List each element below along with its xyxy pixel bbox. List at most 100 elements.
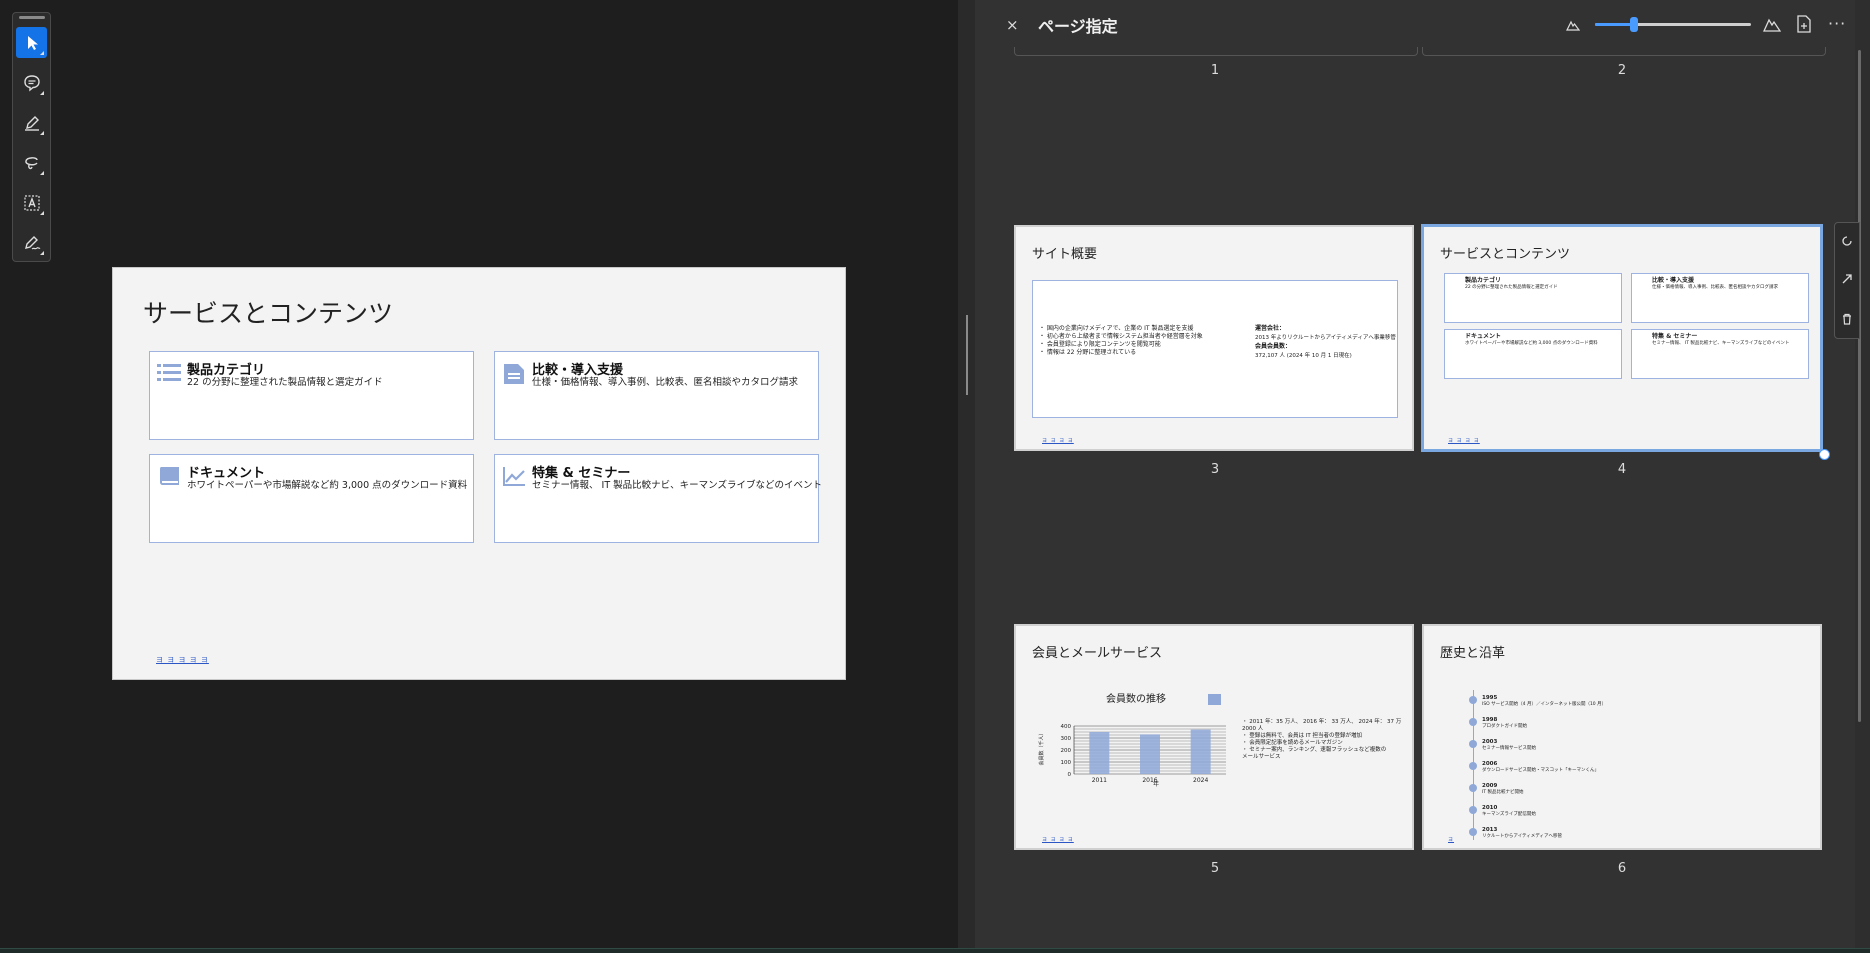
card-desc: セミナー情報、 IT 製品比較ナビ、キーマンズライブなどのイベント — [532, 480, 822, 491]
extract-icon[interactable] — [1841, 273, 1853, 285]
thumb-content-box: ・ 国内の企業向けメディアで、企業の IT 製品選定を支援 ・ 初心者から上級者… — [1032, 280, 1398, 418]
highlight-tool-button[interactable] — [16, 107, 47, 138]
chart-title: 会員数の推移 — [1106, 692, 1166, 705]
thumb-card-desc: ホワイトペーパーや市場解説など約 3,000 点のダウンロード資料 — [1465, 341, 1598, 346]
delete-icon[interactable] — [1841, 313, 1853, 325]
timeline-text: プロダクトガイド開始 — [1482, 724, 1527, 729]
timeline-text: キーマンズライブ配信開始 — [1482, 812, 1536, 817]
card-desc: 22 の分野に整理された製品情報と選定ガイド — [187, 377, 383, 388]
chart-bar — [1140, 734, 1160, 774]
thumbnail-page-6[interactable]: 歴史と沿革 1995 ISO サービス開始（4 月）／インターネット版公開（10 … — [1422, 624, 1822, 850]
thumbnail-page-4[interactable]: サービスとコンテンツ 製品カテゴリ 22 の分野に整理された製品情報と選定ガイド… — [1422, 225, 1822, 451]
thumb-bullet: ・ 2011 年：35 万人、 2016 年： 33 万人、 2024 年： 3… — [1242, 719, 1402, 725]
thumb-footer-links: ヨ ヨ ヨ ヨ — [1042, 837, 1074, 843]
tool-rail — [12, 12, 51, 262]
document-icon — [504, 364, 524, 384]
thumb-card: 比較・導入支援 仕様・価格情報、導入事例、比較表、匿名相談やカタログ請求 — [1631, 273, 1809, 323]
splitter-handle[interactable] — [966, 315, 968, 395]
thumb-card-desc: 仕様・価格情報、導入事例、比較表、匿名相談やカタログ請求 — [1652, 285, 1778, 290]
thumb-text: 372,107 人 (2024 年 10 月 1 日現在) — [1255, 353, 1352, 359]
timeline-dot — [1469, 718, 1477, 726]
thumb-card-desc: 22 の分野に整理された製品情報と選定ガイド — [1465, 285, 1558, 290]
card-desc: 仕様・価格情報、導入事例、比較表、匿名相談やカタログ請求 — [532, 377, 799, 388]
zoom-in-icon[interactable] — [1763, 15, 1781, 33]
tool-rail-grip[interactable] — [19, 16, 45, 19]
rotate-icon[interactable] — [1841, 235, 1853, 247]
chart-xtick: 2024 — [1193, 777, 1208, 784]
current-slide: サービスとコンテンツ 製品カテゴリ 22 の分野に整理された製品情報と選定ガイド… — [112, 267, 846, 680]
timeline-text: リクルートからアイティメディアへ移管 — [1482, 834, 1562, 839]
thumb-bullet: ・ 情報は 22 分野に整理されている — [1039, 349, 1137, 356]
thumb-bullet: ・ 国内の企業向けメディアで、企業の IT 製品選定を支援 — [1039, 325, 1194, 332]
timeline-dot — [1469, 806, 1477, 814]
zoom-slider-thumb[interactable] — [1630, 17, 1638, 32]
thumb-title: 歴史と沿革 — [1440, 646, 1506, 661]
card-comparison-support: 比較・導入支援 仕様・価格情報、導入事例、比較表、匿名相談やカタログ請求 — [494, 351, 819, 440]
thumb-text: 2013 年よりリクルートからアイティメディアへ事業移管 — [1255, 335, 1396, 341]
chart-ytick: 400 — [1061, 724, 1072, 730]
signature-icon — [24, 235, 40, 249]
thumbnail-resize-handle[interactable] — [1819, 449, 1830, 460]
thumb-title: サイト概要 — [1032, 247, 1098, 262]
timeline-dot — [1469, 784, 1477, 792]
slide-footer-links[interactable]: ヨ ヨ ヨ ヨ ヨ — [156, 655, 209, 665]
line-chart-icon — [503, 467, 525, 486]
timeline-text: ISO サービス開始（4 月）／インターネット版公開（10 月） — [1482, 702, 1607, 707]
page-number: 2 — [1617, 63, 1627, 78]
timeline-text: セミナー情報サービス開始 — [1482, 746, 1536, 751]
thumb-text: 運営会社： — [1255, 325, 1286, 332]
thumb-title: サービスとコンテンツ — [1440, 247, 1571, 262]
page-number: 3 — [1210, 462, 1220, 477]
page-number: 6 — [1617, 861, 1627, 876]
slide-title: サービスとコンテンツ — [143, 299, 394, 328]
page-number: 4 — [1617, 462, 1627, 477]
timeline-text: ダウンロードサービス開始・マスコット「キーマンくん」 — [1482, 768, 1599, 773]
zoom-out-icon[interactable] — [1566, 18, 1580, 32]
pen-icon — [24, 115, 39, 131]
card-product-category: 製品カテゴリ 22 の分野に整理された製品情報と選定ガイド — [149, 351, 474, 440]
thumb-card-desc: セミナー情報、 IT 製品比較ナビ、キーマンズライブなどのイベント — [1652, 341, 1790, 346]
thumb-footer-links: ヨ ヨ ヨ ヨ — [1042, 438, 1074, 444]
thumbnail-page-3[interactable]: サイト概要 ・ 国内の企業向けメディアで、企業の IT 製品選定を支援 ・ 初心… — [1014, 225, 1414, 451]
lasso-icon — [24, 156, 38, 169]
select-tool-button[interactable] — [16, 27, 47, 58]
zoom-slider-fill — [1595, 23, 1634, 26]
thumb-footer-links: ヨ — [1448, 837, 1455, 843]
chart-ytick: 300 — [1061, 736, 1072, 742]
chart-bar — [1190, 729, 1211, 774]
insert-page-icon[interactable] — [1795, 15, 1813, 33]
timeline-text: IT 製品比較ナビ開始 — [1482, 790, 1524, 795]
thumbnail-page-5[interactable]: 会員とメールサービス 会員数の推移 400 300 200 100 0 2011 2016… — [1014, 624, 1414, 850]
thumb-text: 会員会員数： — [1255, 343, 1292, 350]
text-tool-button[interactable] — [16, 187, 47, 218]
thumb-bullet: メールサービス — [1242, 754, 1281, 760]
thumb-footer-links: ヨ ヨ ヨ ヨ — [1448, 438, 1480, 444]
thumb-bullet: ・ 会員登録により限定コンテンツを閲覧可能 — [1039, 341, 1161, 348]
chart-bar — [1089, 732, 1110, 774]
thumb-card: ドキュメント ホワイトペーパーや市場解説など約 3,000 点のダウンロード資料 — [1444, 329, 1622, 379]
thumbnail-page-1[interactable] — [1014, 47, 1418, 56]
chart-ytick: 0 — [1068, 772, 1072, 778]
sign-tool-button[interactable] — [16, 227, 47, 258]
member-bar-chart: 会員数の推移 4003002001000 2011 2016 2024 年 会員数（… — [1038, 692, 1226, 788]
chart-legend-swatch — [1208, 694, 1221, 705]
thumb-card: 特集 & セミナー セミナー情報、 IT 製品比較ナビ、キーマンズライブなどのイ… — [1631, 329, 1809, 379]
close-button[interactable]: × — [1006, 16, 1020, 34]
draw-tool-button[interactable] — [16, 147, 47, 178]
chart-ytick: 100 — [1061, 760, 1072, 766]
status-strip — [0, 948, 1870, 953]
timeline-dot — [1469, 762, 1477, 770]
comment-tool-button[interactable] — [16, 67, 47, 98]
pane-splitter[interactable] — [958, 0, 975, 952]
thumb-bullet: ・ 初心者から上級者まで情報システム担当者や経営層を対象 — [1039, 333, 1203, 340]
card-desc: ホワイトペーパーや市場解説など約 3,000 点のダウンロード資料 — [187, 480, 468, 491]
list-icon — [157, 364, 181, 381]
thumbnail-page-2[interactable] — [1422, 47, 1826, 56]
timeline-dot — [1469, 696, 1477, 704]
more-options-button[interactable]: ··· — [1828, 14, 1846, 33]
thumb-title: 会員とメールサービス — [1032, 646, 1163, 661]
page-number: 1 — [1210, 63, 1220, 78]
thumb-card: 製品カテゴリ 22 の分野に整理された製品情報と選定ガイド — [1444, 273, 1622, 323]
panel-scrollbar-thumb[interactable] — [1858, 50, 1861, 722]
chart-ylabel: 会員数（千人） — [1038, 730, 1045, 765]
